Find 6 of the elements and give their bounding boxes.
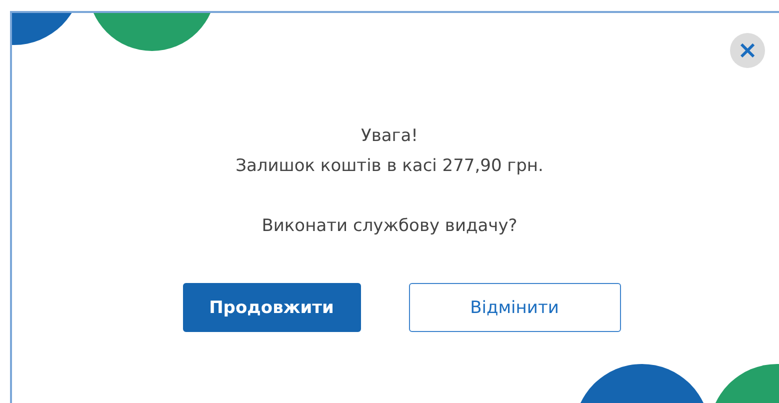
message-text: Увага! bbox=[361, 125, 418, 148]
close-button[interactable]: × bbox=[730, 33, 765, 68]
cancel-button[interactable]: Відмінити bbox=[408, 283, 620, 332]
question-text: Виконати службову видачу? bbox=[262, 215, 518, 238]
continue-button[interactable]: Продовжити bbox=[182, 283, 360, 332]
message-text: Залишок коштів в касі 277,90 грн. bbox=[236, 155, 544, 178]
